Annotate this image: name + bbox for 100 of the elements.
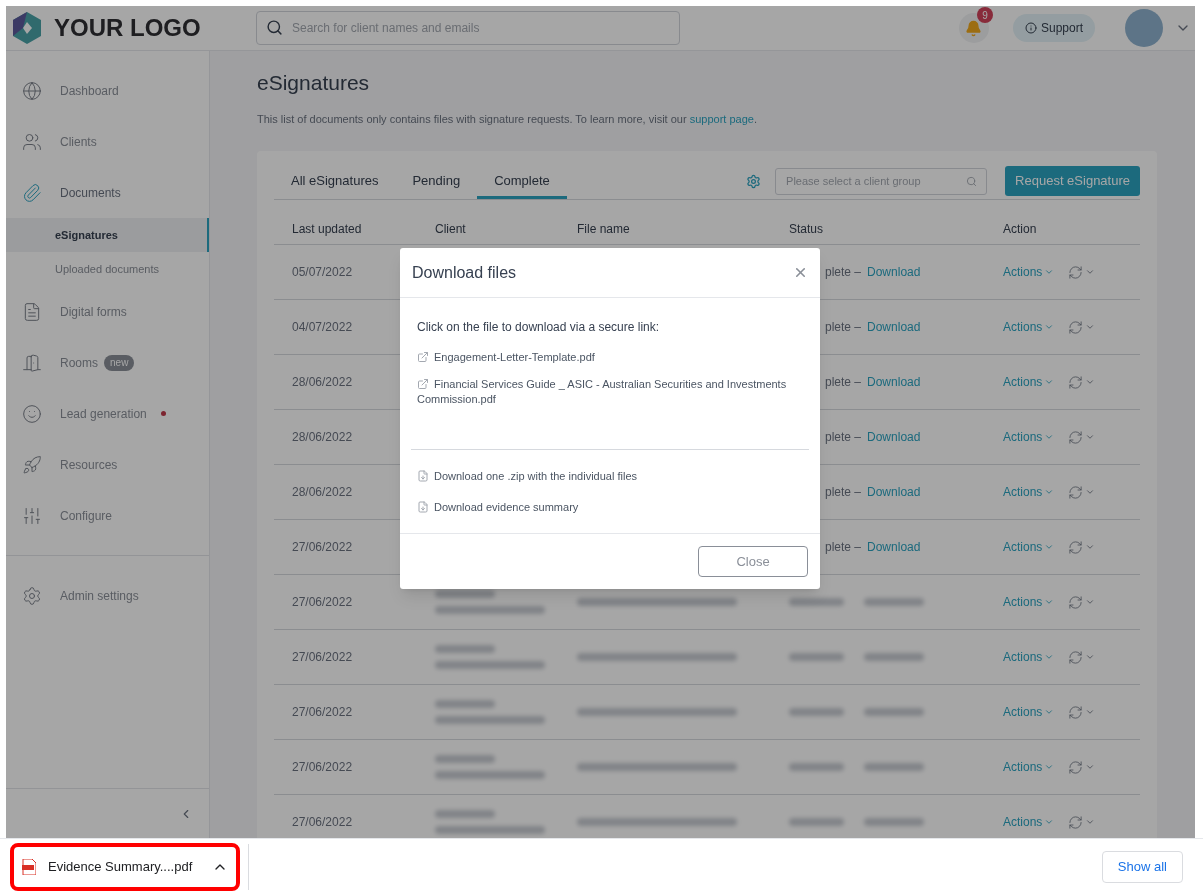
sync-dropdown[interactable] [1068,814,1096,830]
show-all-button[interactable]: Show all [1101,850,1183,883]
actions-dropdown[interactable]: Actions [1003,538,1055,556]
sidebar-subitem[interactable]: Uploaded documents [6,252,209,286]
sidebar-label: Resources [60,456,118,474]
column-header: File name [577,221,631,238]
downloaded-file-item[interactable]: Evidence Summary....pdf [10,842,240,891]
page-description: This list of documents only contains files with signature requests. To learn more, visit our support page. [257,111,758,127]
sync-icon [1068,429,1084,445]
sidebar-item[interactable]: Clients [6,116,209,167]
settings-icon [22,585,42,606]
chevron-down-icon [1085,597,1096,607]
sync-dropdown[interactable] [1068,704,1096,720]
sidebar-item[interactable]: Resources [6,439,209,490]
status-text: plete – [825,374,862,391]
sync-dropdown[interactable] [1068,374,1096,390]
column-header: Client [435,221,467,238]
status-text: plete – [825,539,862,556]
avatar[interactable] [1125,9,1163,47]
date-cell-text: 27/06/2022 [292,759,353,776]
column-header: Status [789,221,825,238]
support-link[interactable]: support page [689,112,754,125]
sync-dropdown[interactable] [1068,264,1096,280]
sync-dropdown[interactable] [1068,429,1096,445]
sync-icon [1068,374,1084,390]
download-option[interactable]: Download evidence summary [417,498,803,515]
download-option[interactable]: Download one .zip with the individual files [417,468,803,485]
sidebar-item[interactable]: Configure [6,490,209,541]
notification-button[interactable] [958,13,989,43]
sync-dropdown[interactable] [1068,759,1096,775]
sidebar-item[interactable]: Dashboard [6,65,209,116]
chevron-down-icon [1085,762,1096,772]
actions-dropdown[interactable]: Actions [1003,813,1055,831]
chevron-down-icon [1044,542,1055,552]
actions-dropdown[interactable]: Actions [1003,648,1055,666]
file-link[interactable]: Engagement-Letter-Template.pdf [417,350,803,365]
sidebar-item[interactable]: Rooms new [6,337,209,388]
sync-dropdown[interactable] [1068,319,1096,335]
search-icon [966,175,978,187]
logo-text: YOUR LOGO [54,13,201,43]
tab[interactable]: Complete [477,163,567,199]
download-link[interactable]: Download [867,428,921,446]
actions-dropdown[interactable]: Actions [1003,703,1055,721]
document-icon [22,301,42,322]
settings-icon[interactable] [746,173,762,189]
actions-dropdown[interactable]: Actions [1003,428,1055,446]
sidebar-label: Admin settings [60,587,139,605]
date-cell-text: 27/06/2022 [292,539,353,556]
close-icon[interactable] [793,265,808,280]
chevron-down-icon [1085,322,1096,332]
chevron-down-icon [1044,377,1055,387]
actions-dropdown[interactable]: Actions [1003,373,1055,391]
close-button[interactable]: Close [698,546,808,577]
chevron-down-icon [1044,652,1055,662]
sidebar-item[interactable]: Digital forms [6,286,209,337]
chevron-down-icon [1044,267,1055,277]
sync-dropdown[interactable] [1068,594,1096,610]
search-field[interactable]: Search for client names and emails [256,11,680,45]
external-link-icon [417,351,429,364]
actions-dropdown[interactable]: Actions [1003,318,1055,336]
chevron-down-icon [1044,322,1055,332]
date-cell-text: 28/06/2022 [292,429,353,446]
sync-icon [1068,484,1084,500]
page-title: eSignatures [257,70,371,96]
sidebar-label: Rooms [60,354,98,372]
tab[interactable]: Pending [395,163,478,199]
sidebar-item[interactable]: Lead generation [6,388,209,439]
download-link[interactable]: Download [867,483,921,501]
chevron-down-icon [1085,267,1096,277]
date-cell-text: 27/06/2022 [292,814,353,831]
actions-dropdown[interactable]: Actions [1003,593,1055,611]
chevron-down-icon [1085,432,1096,442]
sync-dropdown[interactable] [1068,484,1096,500]
tab[interactable]: All eSignatures [274,163,396,199]
chevron-down-icon [1085,707,1096,717]
sidebar-label: Dashboard [60,82,119,100]
dialog-title: Download files [412,262,517,283]
sidebar-subitem[interactable]: eSignatures [6,218,209,252]
users-icon [22,131,42,152]
actions-dropdown[interactable]: Actions [1003,263,1055,281]
actions-dropdown[interactable]: Actions [1003,758,1055,776]
support-button[interactable]: Support [1012,14,1095,42]
download-link[interactable]: Download [867,373,921,391]
date-cell-text: 27/06/2022 [292,704,353,721]
download-link[interactable]: Download [867,263,921,281]
actions-dropdown[interactable]: Actions [1003,483,1055,501]
external-link-icon [417,378,429,391]
chevron-down-icon [1044,762,1055,772]
request-esignature-button[interactable]: Request eSignature [1005,166,1140,196]
date-cell-text: 28/06/2022 [292,374,353,391]
status-text: plete – [825,429,862,446]
download-link[interactable]: Download [867,538,921,556]
file-link[interactable]: Financial Services Guide _ ASIC - Australian Securities and Investments Commission.pdf [417,377,803,407]
sidebar-label: Configure [60,507,113,525]
sidebar-item[interactable]: Admin settings [6,570,209,621]
download-link[interactable]: Download [867,318,921,336]
sidebar-item[interactable]: Documents [6,167,209,218]
client-group-field[interactable]: Please select a client group [775,167,988,195]
sync-dropdown[interactable] [1068,649,1096,665]
sync-dropdown[interactable] [1068,539,1096,555]
